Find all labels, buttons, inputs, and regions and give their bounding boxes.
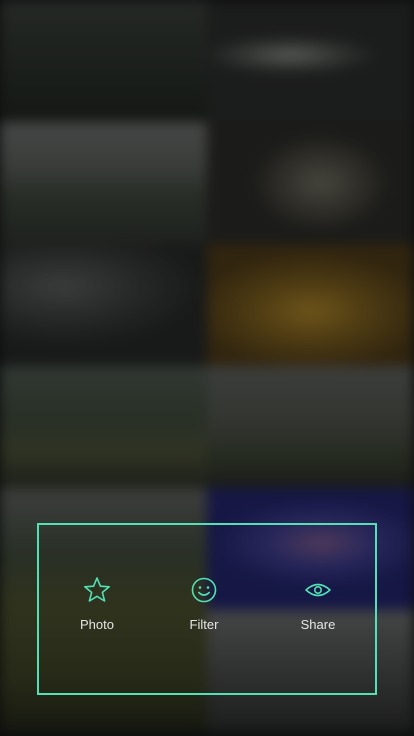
screen: Photo Filter Share: [0, 0, 414, 736]
filter-label: Filter: [189, 617, 219, 632]
photo-button[interactable]: Photo: [47, 575, 147, 632]
smiley-icon: [191, 577, 217, 603]
star-icon: [83, 577, 111, 602]
share-label: Share: [300, 617, 336, 632]
filter-button[interactable]: Filter: [154, 575, 254, 632]
photo-label: Photo: [80, 617, 114, 632]
share-button[interactable]: Share: [268, 575, 368, 632]
action-panel: Photo Filter Share: [37, 523, 377, 695]
eye-icon: [305, 583, 331, 597]
